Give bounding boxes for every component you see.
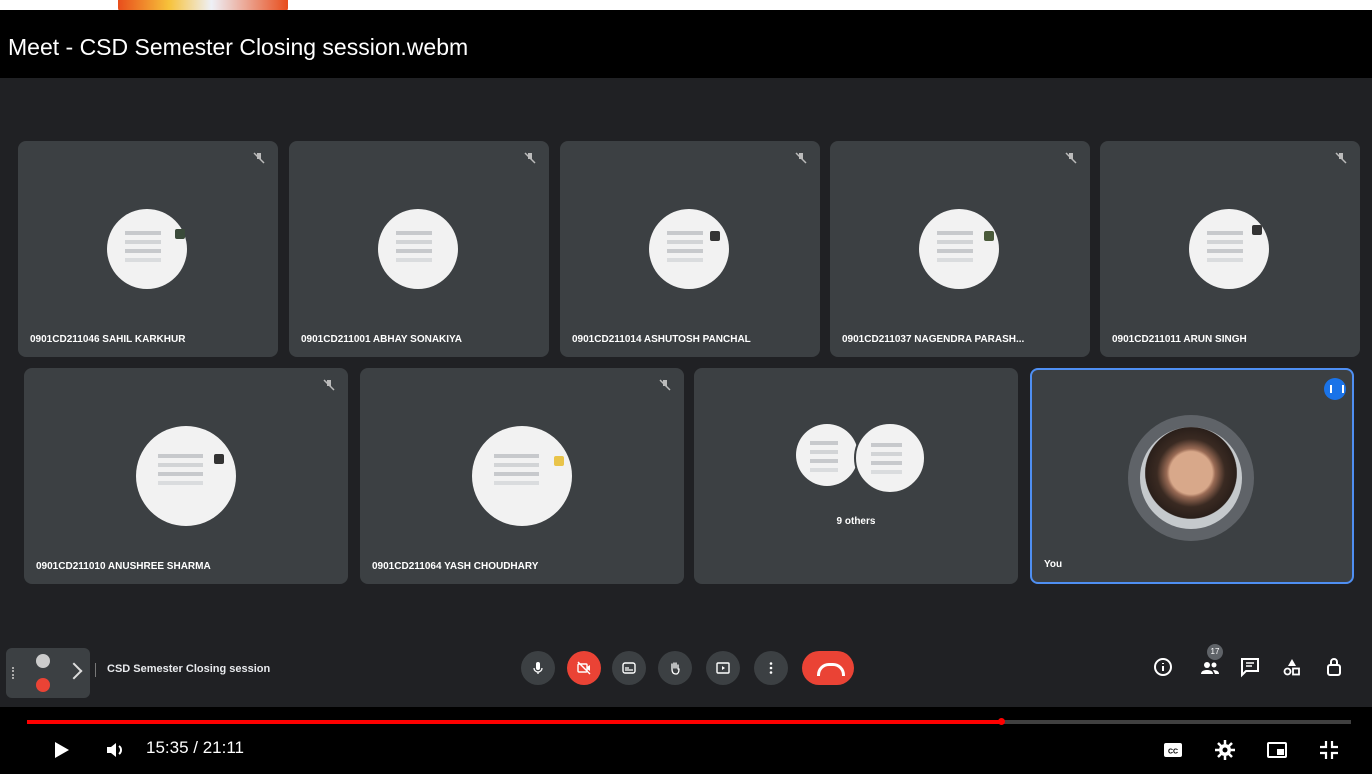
camera-off-icon bbox=[577, 661, 591, 675]
participant-tile[interactable]: 0901CD211001 ABHAY SONAKIYA bbox=[289, 141, 549, 357]
participant-name: 0901CD211010 ANUSHREE SHARMA bbox=[36, 561, 211, 572]
mic-muted-icon bbox=[1065, 152, 1077, 164]
avatar bbox=[1189, 209, 1269, 289]
participant-tile[interactable]: 0901CD211014 ASHUTOSH PANCHAL bbox=[560, 141, 820, 357]
more-options-button[interactable] bbox=[754, 651, 788, 685]
participant-name: 0901CD211001 ABHAY SONAKIYA bbox=[301, 334, 463, 345]
cc-icon[interactable]: CC bbox=[1160, 738, 1186, 762]
avatar-badge bbox=[984, 231, 994, 241]
info-icon[interactable] bbox=[1151, 655, 1175, 679]
others-count: 9 others bbox=[836, 516, 876, 527]
avatar-badge bbox=[214, 454, 224, 464]
hangup-button[interactable] bbox=[802, 651, 854, 685]
drag-handle-icon[interactable] bbox=[12, 667, 17, 679]
mic-icon bbox=[533, 662, 543, 674]
camera-button[interactable] bbox=[567, 651, 601, 685]
raise-hand-button[interactable] bbox=[658, 651, 692, 685]
self-view-tile[interactable]: You bbox=[1030, 368, 1354, 584]
mic-muted-icon bbox=[1335, 152, 1347, 164]
activities-icon[interactable] bbox=[1280, 655, 1304, 679]
people-button[interactable]: 17 bbox=[1196, 644, 1226, 680]
participant-name: You bbox=[1044, 559, 1063, 570]
chevron-right-icon[interactable] bbox=[65, 662, 83, 680]
institute-logo bbox=[118, 0, 288, 10]
mic-button[interactable] bbox=[521, 651, 555, 685]
others-tile[interactable]: 9 others bbox=[694, 368, 1018, 584]
avatar bbox=[378, 209, 458, 289]
participant-name: 0901CD211014 ASHUTOSH PANCHAL bbox=[572, 334, 751, 345]
participant-tile[interactable]: 0901CD211037 NAGENDRA PARASH... bbox=[830, 141, 1090, 357]
participant-name: 0901CD211064 YASH CHOUDHARY bbox=[372, 561, 539, 572]
avatar-badge bbox=[710, 231, 720, 241]
miniplayer-icon[interactable] bbox=[1264, 738, 1290, 762]
participant-tile[interactable]: 0901CD211064 YASH CHOUDHARY bbox=[360, 368, 684, 584]
present-button[interactable] bbox=[706, 651, 740, 685]
more-options-icon bbox=[769, 662, 773, 674]
avatar-badge bbox=[1252, 225, 1262, 235]
settings-icon[interactable] bbox=[1212, 738, 1238, 762]
avatar bbox=[649, 209, 729, 289]
people-icon bbox=[1201, 662, 1219, 674]
progress-played[interactable] bbox=[27, 720, 1001, 724]
captions-button[interactable] bbox=[612, 651, 646, 685]
avatar bbox=[472, 426, 572, 526]
avatar bbox=[919, 209, 999, 289]
divider bbox=[95, 663, 96, 677]
host-controls-icon[interactable] bbox=[1322, 655, 1346, 679]
video-title: Meet - CSD Semester Closing session.webm bbox=[8, 34, 469, 60]
participant-tile[interactable]: 0901CD211046 SAHIL KARKHUR bbox=[18, 141, 278, 357]
raise-hand-icon bbox=[671, 662, 680, 675]
time-display: 15:35 / 21:11 bbox=[146, 738, 244, 757]
speaking-indicator-icon bbox=[1324, 378, 1346, 400]
participant-tile[interactable]: 0901CD211010 ANUSHREE SHARMA bbox=[24, 368, 348, 584]
avatar-badge bbox=[175, 229, 185, 239]
participant-name: 0901CD211037 NAGENDRA PARASH... bbox=[842, 334, 1025, 345]
playhead[interactable] bbox=[998, 718, 1005, 725]
avatar-badge bbox=[554, 456, 564, 466]
meeting-name: CSD Semester Closing session bbox=[107, 663, 271, 675]
mic-muted-icon bbox=[659, 379, 671, 391]
exit-fullscreen-icon[interactable] bbox=[1316, 738, 1342, 762]
player-title-bar: Meet - CSD Semester Closing session.webm bbox=[0, 10, 1372, 78]
avatar bbox=[107, 209, 187, 289]
self-avatar bbox=[1140, 427, 1242, 529]
avatar bbox=[136, 426, 236, 526]
participant-name: 0901CD211011 ARUN SINGH bbox=[1112, 334, 1247, 345]
volume-icon[interactable] bbox=[102, 738, 128, 762]
participant-count-badge: 17 bbox=[1207, 644, 1223, 660]
mini-avatar bbox=[36, 654, 50, 668]
participant-tile[interactable]: 0901CD211011 ARUN SINGH bbox=[1100, 141, 1360, 357]
mic-muted-icon bbox=[524, 152, 536, 164]
mic-muted-icon bbox=[253, 152, 265, 164]
mini-record-indicator bbox=[36, 678, 50, 692]
background-banner bbox=[0, 0, 1372, 10]
participant-name: 0901CD211046 SAHIL KARKHUR bbox=[30, 334, 186, 345]
avatar bbox=[796, 424, 858, 486]
play-icon[interactable] bbox=[48, 738, 74, 762]
chat-icon[interactable] bbox=[1238, 655, 1262, 679]
mic-muted-icon bbox=[323, 379, 335, 391]
svg-text:CC: CC bbox=[1168, 749, 1178, 756]
self-preview-mini[interactable] bbox=[6, 648, 90, 698]
present-icon bbox=[716, 662, 730, 674]
avatar bbox=[854, 422, 926, 494]
captions-icon bbox=[622, 662, 636, 674]
mic-muted-icon bbox=[795, 152, 807, 164]
